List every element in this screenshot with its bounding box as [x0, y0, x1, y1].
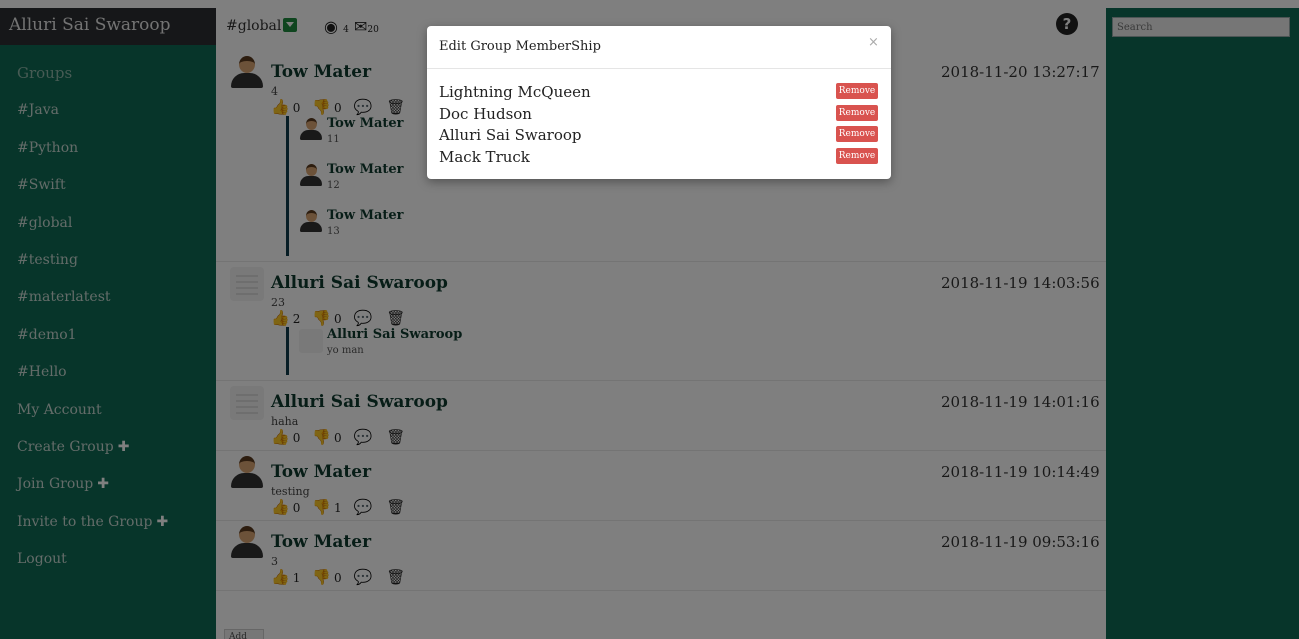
close-icon[interactable]: × — [868, 35, 879, 50]
member-name: Doc Hudson — [439, 104, 532, 123]
remove-member-button[interactable]: Remove — [836, 83, 878, 99]
remove-member-button[interactable]: Remove — [836, 147, 878, 164]
remove-member-button[interactable]: Remove — [836, 126, 878, 142]
edit-membership-modal: Edit Group MemberShip × Lightning McQuee… — [427, 26, 891, 179]
member-row: Alluri Sai Swaroop Remove — [439, 124, 879, 145]
member-row: Lightning McQueen Remove — [439, 81, 879, 102]
member-name: Mack Truck — [439, 147, 530, 166]
member-row: Mack Truck Remove — [439, 146, 879, 167]
member-row: Doc Hudson Remove — [439, 103, 879, 124]
modal-header: Edit Group MemberShip × — [427, 26, 891, 69]
member-name: Alluri Sai Swaroop — [439, 126, 582, 144]
member-name: Lightning McQueen — [439, 83, 591, 101]
modal-title: Edit Group MemberShip — [439, 39, 601, 54]
remove-member-button[interactable]: Remove — [836, 104, 878, 121]
